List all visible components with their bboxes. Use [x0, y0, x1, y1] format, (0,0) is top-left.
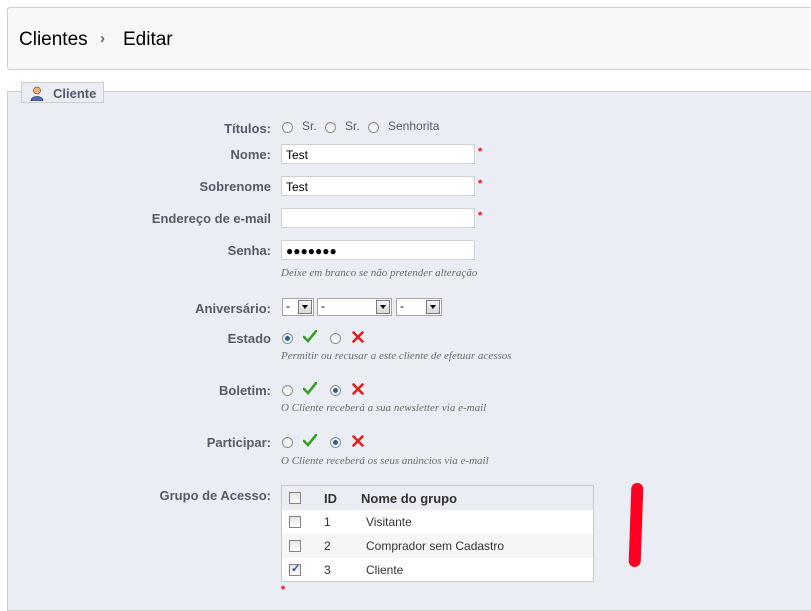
required-mark: *	[478, 178, 483, 190]
close-icon	[352, 331, 364, 343]
required-mark: *	[478, 146, 483, 158]
title-option-3: Senhorita	[388, 119, 440, 133]
password-label: Senha:	[227, 243, 271, 258]
newsletter-label: Boletim:	[219, 383, 271, 398]
newsletter-yes-radio[interactable]	[282, 385, 293, 396]
group-checkbox-1[interactable]	[289, 516, 301, 528]
check-icon	[303, 382, 317, 395]
groups-label: Grupo de Acesso:	[159, 488, 271, 503]
title-radio-1[interactable]	[282, 122, 293, 133]
status-no-radio[interactable]	[330, 333, 341, 344]
required-mark: *	[478, 210, 483, 222]
last-name-input[interactable]: Test	[281, 176, 475, 196]
id-column-header: ID	[324, 491, 337, 506]
legend-label: Cliente	[53, 86, 97, 101]
newsletter-hint: O Cliente receberá a sua newsletter via …	[281, 402, 487, 414]
birthday-label: Aniversário:	[195, 301, 271, 316]
table-row: 3 Cliente	[282, 558, 593, 582]
status-yes-radio[interactable]	[282, 333, 293, 344]
breadcrumb-section[interactable]: Clientes	[19, 29, 88, 51]
email-label: Endereço de e-mail	[151, 211, 271, 226]
first-name-input[interactable]: Test	[281, 144, 475, 164]
table-row: 2 Comprador sem Cadastro	[282, 534, 593, 558]
check-icon	[303, 434, 317, 447]
title-option-1: Sr.	[302, 119, 317, 133]
last-name-label: Sobrenome	[199, 179, 271, 194]
first-name-label: Nome:	[230, 147, 271, 162]
optin-yes-radio[interactable]	[282, 437, 293, 448]
status-hint: Permitir ou recusar a este cliente de ef…	[281, 350, 512, 362]
month-value: -	[321, 299, 325, 313]
year-value: -	[400, 299, 404, 313]
birthday-month-select[interactable]: -	[317, 298, 392, 316]
group-name: Visitante	[366, 515, 412, 529]
title-radio-3[interactable]	[368, 122, 379, 133]
password-input[interactable]: ●●●●●●●	[281, 240, 475, 260]
titles-label: Títulos:	[224, 121, 271, 136]
breadcrumb: Clientes › Editar	[7, 7, 810, 70]
chevron-down-icon	[298, 300, 312, 314]
group-id: 2	[324, 539, 331, 553]
group-checkbox-3[interactable]	[289, 562, 301, 576]
groups-table: ID Nome do grupo 1 Visitante 2 Comprador…	[281, 485, 594, 582]
newsletter-no-radio[interactable]	[330, 385, 341, 396]
title-radio-2[interactable]	[325, 122, 336, 133]
group-name: Cliente	[366, 563, 404, 577]
email-input[interactable]	[281, 208, 475, 228]
close-icon	[352, 435, 364, 447]
title-option-2: Sr.	[345, 119, 360, 133]
birthday-day-select[interactable]: -	[282, 298, 314, 316]
day-value: -	[286, 299, 290, 313]
optin-label: Participar:	[206, 435, 271, 450]
group-name: Comprador sem Cadastro	[366, 539, 505, 553]
chevron-down-icon	[376, 300, 390, 314]
birthday-year-select[interactable]: -	[396, 298, 442, 316]
optin-hint: O Cliente receberá os seus anúncios via …	[281, 455, 489, 467]
chevron-down-icon	[426, 300, 440, 314]
table-row: 1 Visitante	[282, 510, 593, 534]
table-header: ID Nome do grupo	[282, 486, 593, 510]
check-icon	[303, 330, 317, 343]
status-label: Estado	[227, 331, 271, 346]
name-column-header: Nome do grupo	[361, 491, 458, 506]
select-all-checkbox[interactable]	[289, 492, 301, 504]
close-icon	[352, 383, 364, 395]
fieldset-legend: Cliente	[21, 82, 104, 103]
chevron-right-icon: ›	[100, 30, 105, 47]
group-id: 1	[324, 515, 331, 529]
optin-no-radio[interactable]	[330, 437, 341, 448]
breadcrumb-page: Editar	[123, 29, 173, 50]
group-id: 3	[324, 563, 331, 577]
required-mark: *	[281, 584, 286, 596]
password-hint: Deixe em branco se não pretender alteraç…	[281, 267, 478, 279]
user-icon	[30, 86, 44, 101]
group-checkbox-2[interactable]	[289, 540, 301, 552]
